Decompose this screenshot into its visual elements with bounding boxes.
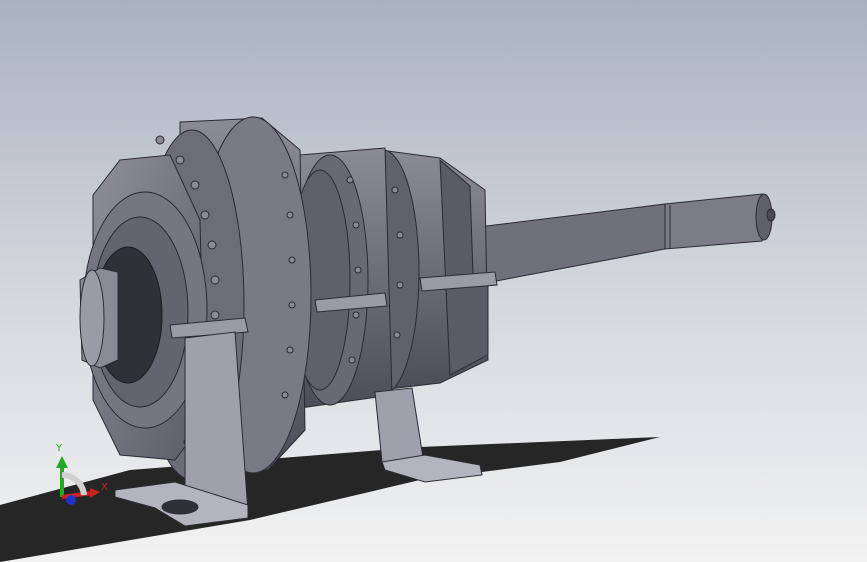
triad-y-label: Y xyxy=(56,443,63,454)
triad-y-arrow xyxy=(56,456,68,468)
output-shaft xyxy=(469,193,776,287)
triad-z-axis xyxy=(66,495,76,505)
cad-viewport[interactable]: Y X xyxy=(0,0,867,562)
triad-x-label: X xyxy=(101,482,108,493)
gearbox-model[interactable] xyxy=(0,0,867,562)
ground-shadow xyxy=(0,437,660,562)
